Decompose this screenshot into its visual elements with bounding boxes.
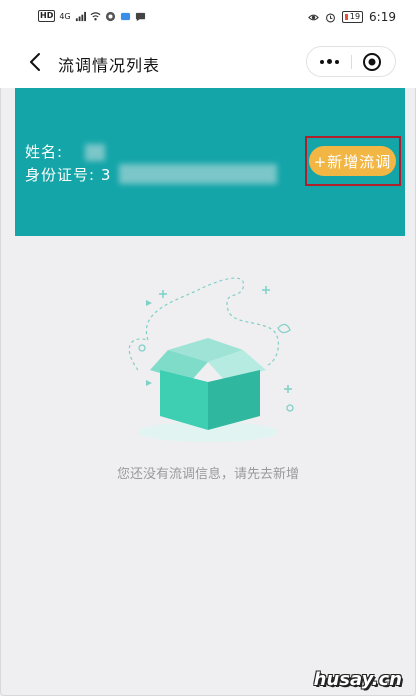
dot xyxy=(326,59,332,64)
status-bar: HD 4G 19 6:19 xyxy=(0,0,416,34)
id-value-blurred xyxy=(119,164,277,184)
status-left: HD 4G xyxy=(38,10,146,22)
nav-bar: 流调情况列表 xyxy=(0,34,416,88)
id-label: 身份证号: xyxy=(25,166,96,184)
back-arrow-icon[interactable] xyxy=(26,51,46,73)
empty-state-message: 您还没有流调信息，请先去新增 xyxy=(116,467,299,482)
user-info-card: 姓名: 身份证号: 3 +新增流调 xyxy=(15,88,405,236)
empty-box-illustration xyxy=(128,277,294,442)
chat-icon xyxy=(135,12,145,21)
name-value-blurred xyxy=(85,144,105,161)
id-value-prefix: 3 xyxy=(100,166,112,184)
cloud-icon xyxy=(120,12,130,20)
alarm-icon xyxy=(325,12,335,22)
id-line: 身份证号: 3 xyxy=(25,164,111,185)
eye-icon xyxy=(307,14,319,20)
battery-percent: 19 xyxy=(349,12,361,21)
add-tracing-button[interactable]: +新增流调 xyxy=(309,146,396,176)
status-right: 19 6:19 xyxy=(307,10,396,24)
battery-icon: 19 xyxy=(341,11,364,23)
status-time: 6:19 xyxy=(369,10,396,24)
network-label: 4G xyxy=(59,11,71,21)
close-target-icon[interactable] xyxy=(361,51,383,73)
app-notification-icon xyxy=(105,11,115,21)
site-watermark: husay.cn xyxy=(313,669,402,690)
page-title: 流调情况列表 xyxy=(58,56,161,75)
mini-program-capsule xyxy=(306,46,396,77)
capsule-divider xyxy=(351,55,352,69)
dot xyxy=(319,59,324,64)
name-label: 姓名: xyxy=(25,143,64,161)
more-dots-icon[interactable] xyxy=(307,47,351,76)
wifi-icon xyxy=(90,11,101,20)
battery-level xyxy=(344,14,348,20)
signal-icon xyxy=(75,11,86,21)
hd-badge: HD xyxy=(38,10,56,22)
dot xyxy=(334,59,339,64)
